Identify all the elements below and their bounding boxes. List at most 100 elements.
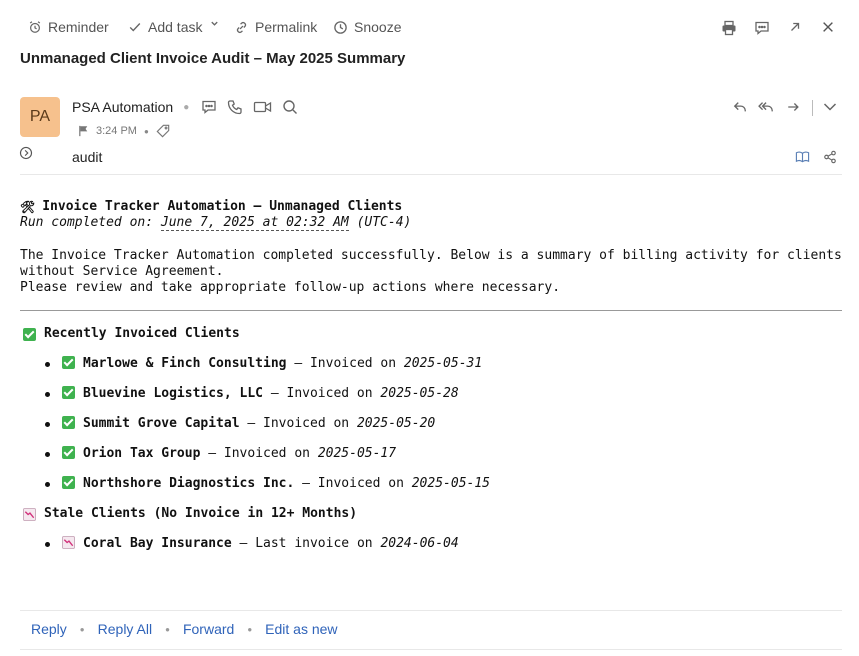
invoice-label: – Invoiced on	[294, 476, 412, 491]
permalink-label: Permalink	[255, 19, 318, 35]
sender-name[interactable]: PSA Automation	[72, 99, 173, 115]
vertical-divider	[812, 100, 813, 116]
snooze-button[interactable]: Snooze	[333, 19, 401, 35]
client-name: Marlowe & Finch Consulting	[83, 356, 287, 371]
description-line-2: Please review and take appropriate follo…	[20, 280, 561, 295]
separator-dot: ●	[183, 101, 190, 113]
footer-divider-top	[20, 610, 842, 611]
description-line-1: The Invoice Tracker Automation completed…	[20, 248, 842, 279]
chart-decreasing-icon	[62, 536, 75, 549]
permalink-button[interactable]: Permalink	[234, 19, 317, 35]
link-icon	[236, 21, 247, 33]
comment-button[interactable]	[754, 20, 770, 36]
invoiced-section-title: Recently Invoiced Clients	[20, 326, 842, 342]
forward-icon-button[interactable]	[786, 100, 801, 114]
expand-details-button[interactable]	[19, 146, 33, 163]
check-box-icon	[62, 386, 75, 399]
chevron-down-icon	[823, 103, 837, 111]
client-name: Northshore Diagnostics Inc.	[83, 476, 295, 491]
add-task-button[interactable]: Add task	[128, 19, 202, 35]
invoiced-section-label: Recently Invoiced Clients	[44, 326, 240, 341]
reader-view-button[interactable]	[795, 150, 810, 164]
arrow-up-right-icon	[791, 22, 800, 31]
reply-icon-button[interactable]	[733, 100, 747, 114]
run-completed-line: Run completed on: June 7, 2025 at 02:32 …	[20, 215, 842, 231]
tag-icon[interactable]	[156, 124, 170, 138]
edit-as-new-link[interactable]: Edit as new	[265, 621, 337, 637]
share-icon	[824, 150, 836, 164]
run-timezone: (UTC-4)	[356, 215, 412, 230]
invoice-date: 2024-06-04	[380, 536, 459, 551]
email-subject: Unmanaged Client Invoice Audit – May 202…	[20, 50, 406, 67]
invoice-date: 2025-05-31	[403, 356, 483, 371]
reply-all-link[interactable]: Reply All	[98, 621, 152, 637]
check-box-icon	[62, 416, 75, 429]
invoice-label: – Invoiced on	[200, 446, 318, 461]
body-rule	[20, 310, 842, 311]
call-button[interactable]	[227, 99, 243, 115]
forward-link[interactable]: Forward	[183, 621, 234, 637]
stale-list: Coral Bay Insurance – Last invoice on 20…	[20, 536, 842, 566]
share-button[interactable]	[823, 150, 837, 164]
client-name: Summit Grove Capital	[83, 416, 240, 431]
header-divider	[20, 174, 842, 175]
client-name: Coral Bay Insurance	[83, 536, 232, 551]
open-new-window-button[interactable]	[788, 20, 802, 34]
footer-divider-bottom	[20, 649, 842, 650]
comment-icon	[755, 21, 769, 35]
check-box-icon	[62, 476, 75, 489]
chat-button[interactable]	[201, 99, 217, 115]
clock-icon	[334, 20, 347, 34]
printer-icon	[722, 20, 736, 36]
close-button[interactable]	[821, 20, 835, 34]
invoice-date: 2025-05-28	[380, 386, 459, 401]
separator-dot: ●	[247, 624, 253, 634]
tools-icon: 🛠	[20, 200, 36, 214]
video-camera-icon	[254, 101, 272, 113]
client-name: Orion Tax Group	[83, 446, 201, 461]
list-item: Marlowe & Finch Consulting – Invoiced on…	[20, 356, 842, 386]
video-call-button[interactable]	[253, 99, 272, 115]
reminder-button[interactable]: Reminder	[28, 19, 109, 35]
invoiced-list: Marlowe & Finch Consulting – Invoiced on…	[20, 356, 842, 506]
message-time: 3:24 PM	[96, 125, 137, 137]
more-actions-button[interactable]	[823, 102, 837, 112]
check-box-icon	[23, 327, 36, 341]
reply-all-icon-button[interactable]	[758, 100, 775, 114]
chart-decreasing-icon	[23, 507, 36, 521]
message-body: 🛠 Invoice Tracker Automation – Unmanaged…	[20, 199, 842, 566]
invoice-label: – Invoiced on	[286, 356, 404, 371]
body-title-text: Invoice Tracker Automation – Unmanaged C…	[42, 199, 403, 214]
separator-dot: ●	[79, 624, 85, 634]
alarm-clock-icon	[29, 21, 41, 33]
add-task-dropdown[interactable]	[210, 19, 225, 28]
client-name: Bluevine Logistics, LLC	[83, 386, 264, 401]
sender-row: PSA Automation ●	[72, 99, 308, 115]
message-meta: 3:24 PM ●	[78, 124, 170, 138]
flag-icon[interactable]	[78, 125, 89, 137]
chevron-right-circle-icon	[19, 146, 33, 160]
search-icon	[283, 100, 298, 114]
invoice-date: 2025-05-20	[356, 416, 436, 431]
list-item: Northshore Diagnostics Inc. – Invoiced o…	[20, 476, 842, 506]
separator-dot: ●	[165, 624, 170, 634]
print-button[interactable]	[721, 20, 737, 36]
reply-actions: Reply ● Reply All ● Forward ● Edit as ne…	[31, 621, 338, 637]
reply-link[interactable]: Reply	[31, 621, 67, 637]
list-item: Bluevine Logistics, LLC – Invoiced on 20…	[20, 386, 842, 416]
search-button[interactable]	[282, 99, 298, 115]
checkmark-icon	[129, 23, 141, 32]
list-item: Coral Bay Insurance – Last invoice on 20…	[20, 536, 842, 566]
avatar[interactable]: PA	[20, 97, 60, 137]
run-prefix: Run completed on:	[20, 215, 154, 230]
check-box-icon	[62, 356, 75, 369]
run-date[interactable]: June 7, 2025 at 02:32 AM	[160, 215, 349, 231]
book-icon	[795, 151, 810, 163]
close-icon	[823, 22, 833, 32]
invoice-date: 2025-05-17	[317, 446, 397, 461]
mail-toolbar: Reminder Add task Permalink Snooze	[28, 19, 839, 41]
reminder-label: Reminder	[48, 19, 109, 35]
add-task-label: Add task	[148, 19, 203, 35]
tag-label[interactable]: audit	[72, 149, 102, 165]
list-item: Orion Tax Group – Invoiced on 2025-05-17	[20, 446, 842, 476]
